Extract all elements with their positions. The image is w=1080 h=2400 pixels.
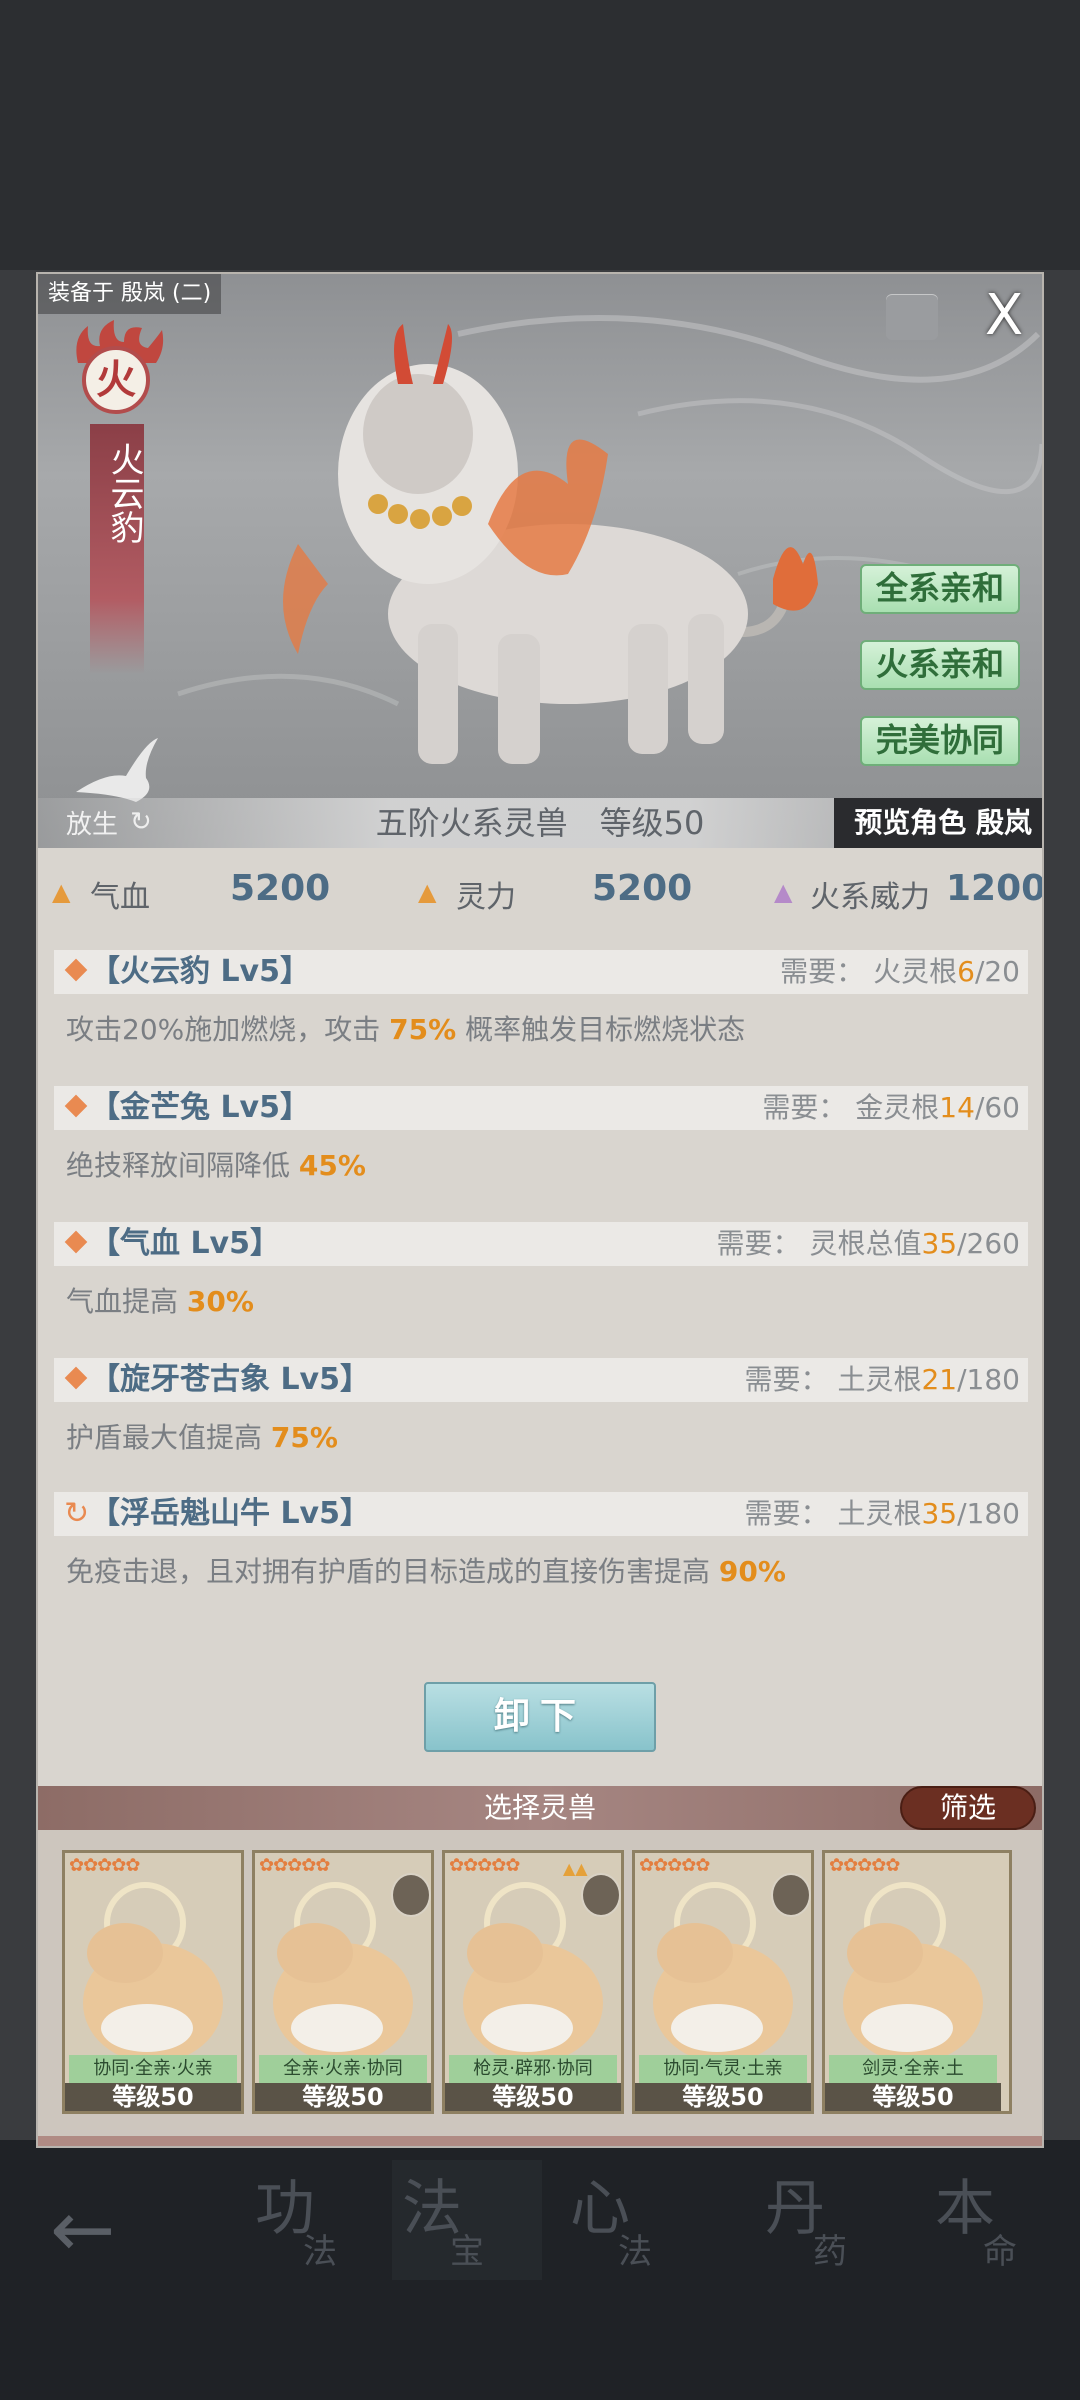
skill-name: 【火云豹 Lv5】 <box>90 954 310 989</box>
element-badge: 火 <box>82 346 150 414</box>
skill-header: 【火云豹 Lv5】 需要： 火灵根6/20 <box>54 950 1028 994</box>
stat-triangle-icon: ▲ <box>52 878 71 906</box>
preview-character[interactable]: 预览角色 殷岚 <box>834 798 1042 848</box>
skill-name: 【旋牙苍古象 Lv5】 <box>90 1362 370 1397</box>
close-button[interactable]: X <box>976 286 1032 346</box>
trait-badge-fire-affinity: 火系亲和 <box>860 640 1020 690</box>
nav-tab-benming[interactable]: 本 命 <box>925 2160 1075 2280</box>
nav-tab-danyao[interactable]: 丹 药 <box>755 2160 905 2280</box>
beast-hero-panel: 装备于 殷岚 (二) X 火 火云豹 全系亲和 火系亲和 完美协同 五阶火系灵兽… <box>38 274 1042 848</box>
nav-tab-small-char: 命 <box>983 2232 1017 2272</box>
trait-badge-all-affinity: 全系亲和 <box>860 564 1020 614</box>
select-beast-title: 选择灵兽 <box>483 1791 596 1824</box>
owner-avatar <box>771 1873 811 1917</box>
skill-description: 免疫击退，且对拥有护盾的目标造成的直接伤害提高 90% <box>66 1555 786 1588</box>
collection-icon[interactable] <box>886 294 938 340</box>
refresh-skill-icon: ↻ <box>64 1496 90 1531</box>
star-rating: ✿✿✿✿✿ <box>829 1855 900 1876</box>
skill-header: 【旋牙苍古象 Lv5】 需要： 土灵根21/180 <box>54 1358 1028 1402</box>
nav-tab-fabao[interactable]: 法 宝 <box>392 2160 542 2280</box>
skill-requirement: 需要： 火灵根6/20 <box>780 955 1020 988</box>
beast-tags: 协同·全亲·火亲 <box>69 2055 237 2083</box>
diamond-icon <box>64 1230 88 1254</box>
stat-triangle-icon: ▲ <box>774 878 793 906</box>
stats-row: ▲ 气血 5200 ▲ 灵力 5200 ▲ 火系威力 1200 <box>38 848 1042 938</box>
spirit-beast-dialog: 装备于 殷岚 (二) X 火 火云豹 全系亲和 火系亲和 完美协同 五阶火系灵兽… <box>36 272 1044 2148</box>
star-rating: ✿✿✿✿✿ <box>449 1855 520 1876</box>
beast-card[interactable]: ✿✿✿✿✿ 协同·气灵·土亲 等级50 <box>632 1850 814 2114</box>
star-rating: ✿✿✿✿✿ <box>69 1855 140 1876</box>
dialog-bottom-strip <box>38 2136 1042 2146</box>
owner-avatar <box>391 1873 431 1917</box>
rabbit-beast-icon <box>83 1882 223 2063</box>
skill-description: 攻击20%施加燃烧，攻击 75% 概率触发目标燃烧状态 <box>66 1013 746 1046</box>
rabbit-beast-icon <box>843 1882 983 2063</box>
stat-label: 火系威力 <box>810 880 930 915</box>
skill-requirement: 需要： 金灵根14/60 <box>762 1091 1020 1124</box>
skill-requirement: 需要： 土灵根35/180 <box>744 1497 1020 1530</box>
stat-value: 5200 <box>230 868 331 909</box>
skill-header: 【气血 Lv5】 需要： 灵根总值35/260 <box>54 1222 1028 1266</box>
beast-card[interactable]: ✿✿✿✿✿ 全亲·火亲·协同 等级50 <box>252 1850 434 2114</box>
beast-card[interactable]: ✿✿✿✿✿ ▲▲ 枪灵·辟邪·协同 等级50 <box>442 1850 624 2114</box>
beast-card[interactable]: ✿✿✿✿✿ 协同·全亲·火亲 等级50 <box>62 1850 244 2114</box>
upgrade-triangle-icon: ▲▲ <box>563 1859 588 1878</box>
diamond-icon <box>64 1366 88 1390</box>
beast-tags: 枪灵·辟邪·协同 <box>449 2055 617 2083</box>
skill-name: 【金芒兔 Lv5】 <box>90 1090 310 1125</box>
nav-tab-gongfa[interactable]: 功 法 <box>245 2160 395 2280</box>
nav-tab-small-char: 法 <box>303 2232 337 2272</box>
nav-tab-small-char: 法 <box>618 2232 652 2272</box>
star-rating: ✿✿✿✿✿ <box>639 1855 710 1876</box>
beast-level: 等级50 <box>635 2083 811 2111</box>
beast-level: 等级50 <box>65 2083 241 2111</box>
beast-tags: 协同·气灵·土亲 <box>639 2055 807 2083</box>
unequip-button[interactable]: 卸下 <box>424 1682 656 1752</box>
beast-name-banner: 火云豹 <box>90 424 144 674</box>
skill-name: 【气血 Lv5】 <box>90 1226 280 1261</box>
nav-tab-small-char: 宝 <box>450 2232 484 2272</box>
background-top <box>0 0 1080 270</box>
diamond-icon <box>64 1094 88 1118</box>
nav-tab-small-char: 药 <box>813 2232 847 2272</box>
beast-name: 火云豹 <box>104 442 144 544</box>
skill-requirement: 需要： 灵根总值35/260 <box>716 1227 1020 1260</box>
beast-tags: 剑灵·全亲·土 <box>829 2055 997 2083</box>
stat-value: 1200 <box>946 868 1044 909</box>
skill-requirement: 需要： 土灵根21/180 <box>744 1363 1020 1396</box>
beast-level: 等级50 <box>825 2083 1001 2111</box>
skill-header: ↻ 【浮岳魁山牛 Lv5】 需要： 土灵根35/180 <box>54 1492 1028 1536</box>
nav-tab-xinfa[interactable]: 心 法 <box>560 2160 710 2280</box>
beast-card[interactable]: ✿✿✿✿✿ 剑灵·全亲·土 等级50 <box>822 1850 1012 2114</box>
stat-value: 5200 <box>592 868 693 909</box>
owner-avatar <box>581 1873 621 1917</box>
equipped-label: 装备于 殷岚 (二) <box>38 274 222 314</box>
fire-leopard-illustration <box>283 324 818 764</box>
skill-header: 【金芒兔 Lv5】 需要： 金灵根14/60 <box>54 1086 1028 1130</box>
skill-description: 绝技释放间隔降低 45% <box>66 1149 366 1182</box>
diamond-icon <box>64 958 88 982</box>
filter-button[interactable]: 筛选 <box>900 1786 1036 1830</box>
star-rating: ✿✿✿✿✿ <box>259 1855 330 1876</box>
beast-tags: 全亲·火亲·协同 <box>259 2055 427 2083</box>
stat-label: 气血 <box>90 880 150 915</box>
trait-badge-perfect-synergy: 完美协同 <box>860 716 1020 766</box>
stat-triangle-icon: ▲ <box>418 878 437 906</box>
skill-description: 护盾最大值提高 75% <box>66 1421 338 1454</box>
stat-label: 灵力 <box>456 880 516 915</box>
back-arrow-icon[interactable]: ← <box>50 2191 140 2269</box>
skill-name: 【浮岳魁山牛 Lv5】 <box>90 1496 370 1531</box>
skill-description: 气血提高 30% <box>66 1285 254 1318</box>
beast-level: 等级50 <box>255 2083 431 2111</box>
beast-level: 等级50 <box>445 2083 621 2111</box>
